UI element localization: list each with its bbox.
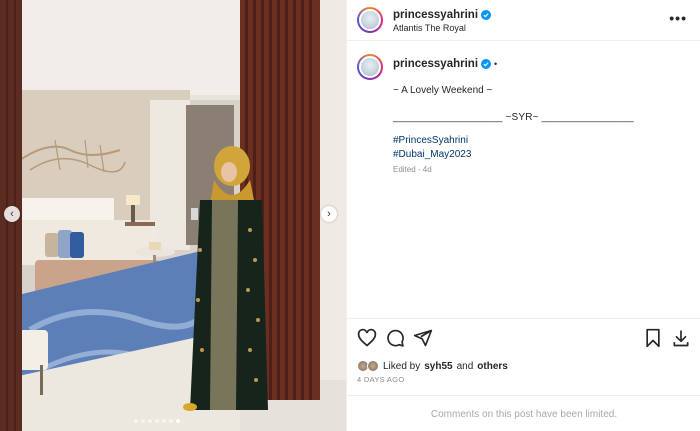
hotel-room-photo [0, 0, 346, 431]
post-header: princessyahrini Atlantis The Royal ••• [347, 0, 700, 41]
post-date[interactable]: 4 DAYS AGO [357, 375, 404, 384]
more-options-icon[interactable]: ••• [669, 10, 687, 26]
verified-badge-icon [481, 10, 492, 20]
avatar[interactable] [357, 7, 383, 33]
action-bar [347, 318, 700, 356]
next-slide-button[interactable]: › [321, 206, 337, 222]
post-photo[interactable]: ‹ › [0, 0, 346, 431]
likes-summary: Liked by syh55 and others [357, 357, 508, 375]
liked-user-link[interactable]: syh55 [424, 361, 452, 372]
liked-and: and [456, 360, 474, 372]
comment-icon[interactable] [385, 328, 405, 348]
liked-others-link[interactable]: others [477, 361, 508, 372]
liker-avatar [367, 360, 379, 372]
caption-username-link[interactable]: princessyahrini [393, 58, 478, 70]
share-icon[interactable] [413, 328, 433, 348]
caption-line: ~ A Lovely Weekend ~ [393, 85, 493, 96]
username-link[interactable]: princessyahrini [393, 9, 478, 21]
carousel-indicator [134, 419, 180, 423]
caption-line: ___________________ ~SYR~ ______________… [393, 112, 634, 123]
comments-limited-notice: Comments on this post have been limited. [347, 395, 700, 431]
carousel-dot [169, 419, 173, 423]
edited-timestamp: Edited · 4d [393, 165, 432, 174]
carousel-dot [134, 419, 138, 423]
caption-avatar[interactable] [357, 54, 383, 80]
verified-badge-icon [481, 59, 492, 69]
caption-bullet: • [494, 59, 498, 69]
hashtag-link[interactable]: #PrincesSyahrini [393, 135, 468, 146]
caption-username-row: princessyahrini • [393, 58, 497, 70]
like-heart-icon[interactable] [357, 328, 377, 348]
hashtag-link[interactable]: #Dubai_May2023 [393, 149, 471, 160]
save-bookmark-icon[interactable] [643, 328, 663, 348]
carousel-dot [141, 419, 145, 423]
header-username-row[interactable]: princessyahrini [393, 9, 492, 21]
carousel-dot [162, 419, 166, 423]
download-icon[interactable] [671, 328, 691, 348]
liked-prefix: Liked by [383, 360, 421, 372]
previous-slide-button[interactable]: ‹ [4, 206, 20, 222]
location-link[interactable]: Atlantis The Royal [393, 23, 466, 33]
carousel-dot [148, 419, 152, 423]
post-side-panel: princessyahrini Atlantis The Royal ••• p… [346, 0, 700, 431]
carousel-dot [176, 419, 180, 423]
carousel-dot [155, 419, 159, 423]
